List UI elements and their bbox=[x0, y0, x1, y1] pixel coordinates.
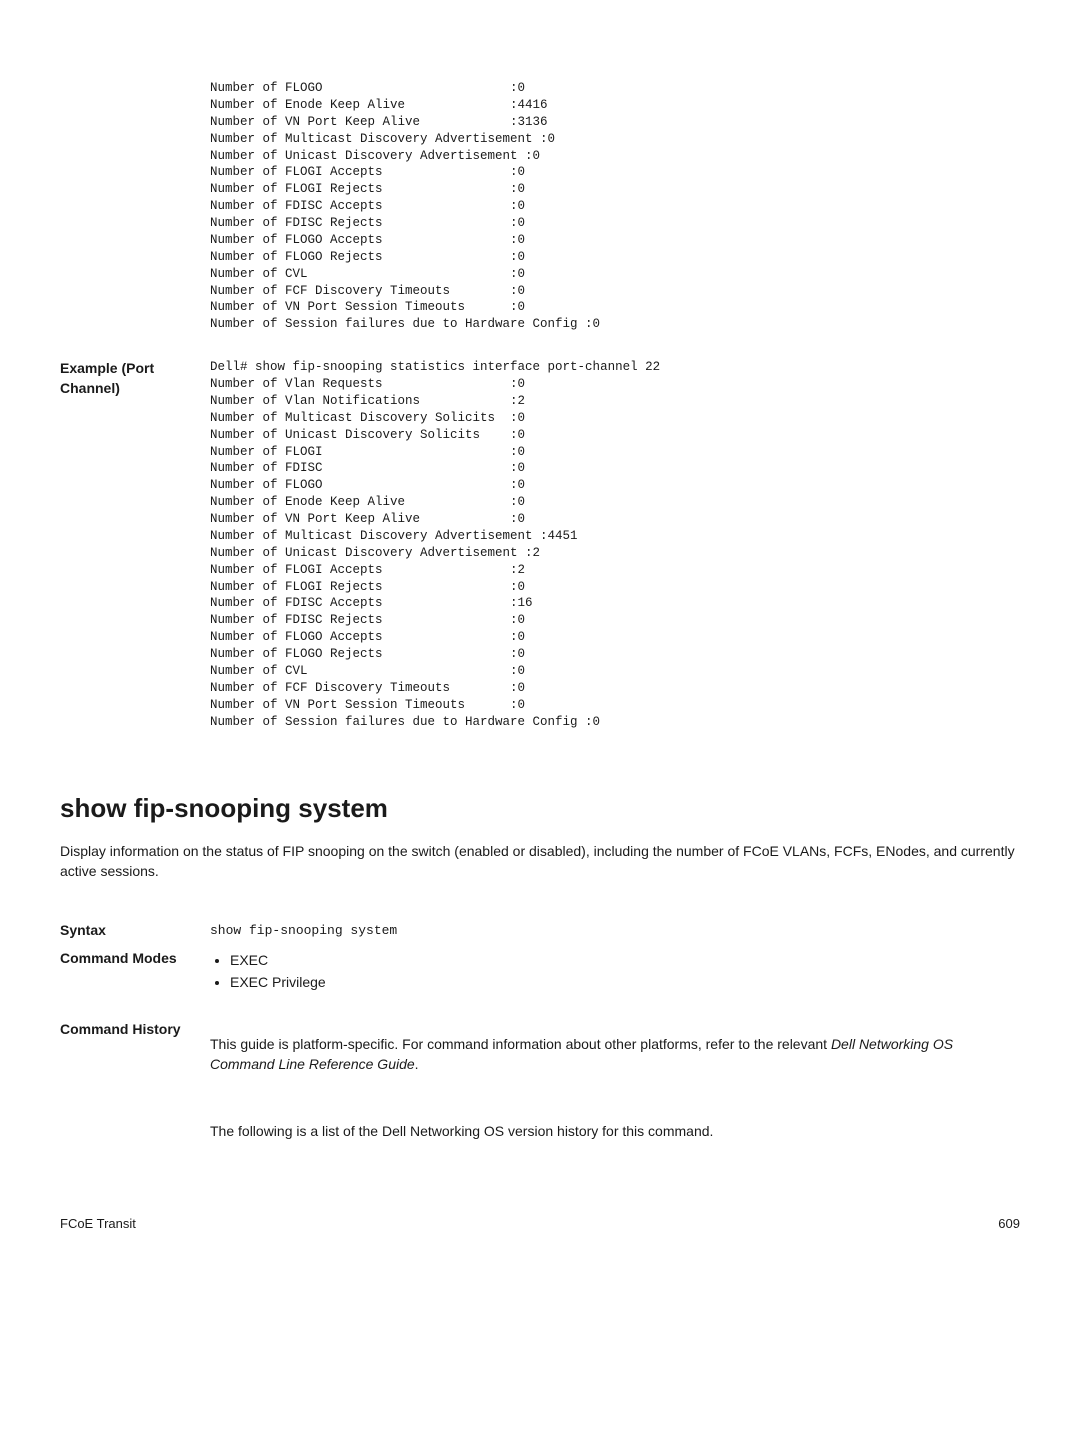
history-paragraph-2: The following is a list of the Dell Netw… bbox=[210, 1121, 1020, 1141]
footer-section-title: FCoE Transit bbox=[60, 1215, 136, 1233]
command-modes-list: EXEC EXEC Privilege bbox=[210, 951, 1020, 992]
mode-item: EXEC Privilege bbox=[230, 973, 1020, 993]
command-history-label: Command History bbox=[60, 1020, 210, 1040]
footer-page-number: 609 bbox=[998, 1215, 1020, 1233]
syntax-label: Syntax bbox=[60, 921, 210, 941]
history-text: . bbox=[415, 1056, 419, 1072]
history-paragraph-1: This guide is platform-specific. For com… bbox=[210, 1034, 1020, 1075]
example2-label: Example (Port Channel) bbox=[60, 359, 210, 398]
example1-output: Number of FLOGO :0 Number of Enode Keep … bbox=[210, 80, 1020, 333]
section-heading: show fip-snooping system bbox=[60, 790, 1020, 826]
mode-item: EXEC bbox=[230, 951, 1020, 971]
example2-output: Dell# show fip-snooping statistics inter… bbox=[210, 359, 1020, 730]
syntax-command: show fip-snooping system bbox=[210, 923, 397, 938]
history-text: This guide is platform-specific. For com… bbox=[210, 1036, 831, 1052]
section-intro: Display information on the status of FIP… bbox=[60, 841, 1020, 882]
command-modes-label: Command Modes bbox=[60, 949, 210, 969]
